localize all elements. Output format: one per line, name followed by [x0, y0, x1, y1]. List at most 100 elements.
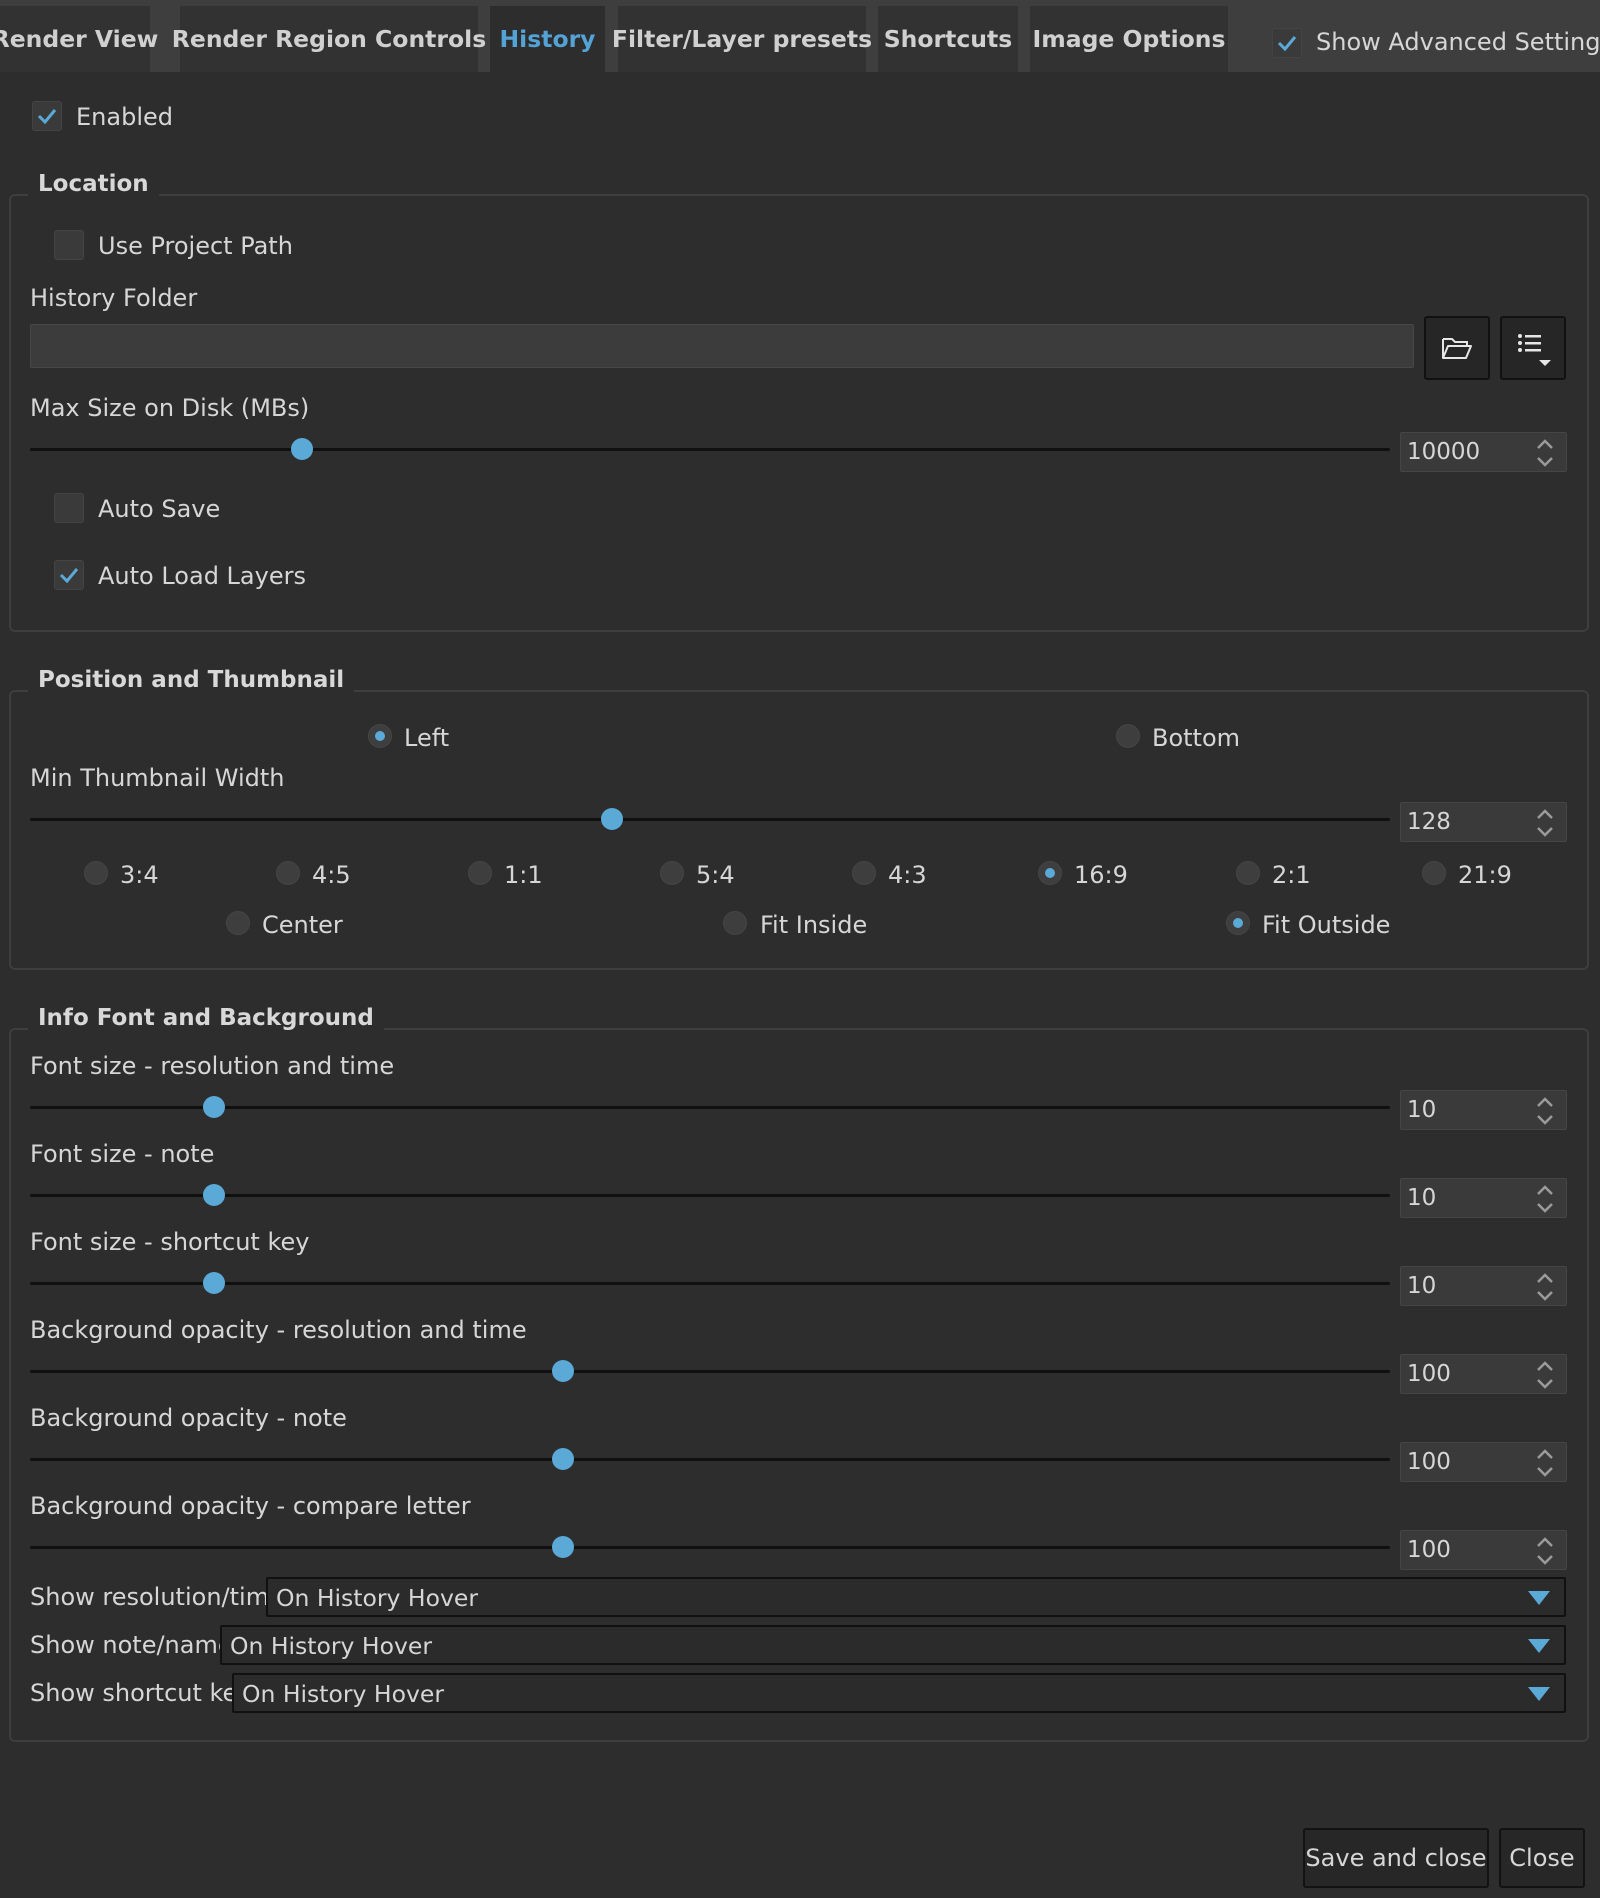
ratio-label: 4:5 — [312, 861, 351, 889]
tab-history[interactable]: History — [490, 6, 605, 72]
spinbox-value: 100 — [1407, 1449, 1451, 1475]
font-size-note-spinbox[interactable]: 10 — [1400, 1178, 1567, 1218]
spin-arrows-icon[interactable] — [1536, 438, 1554, 468]
ratio-4-3-radio[interactable] — [852, 861, 876, 885]
auto-load-layers-checkbox[interactable] — [54, 560, 84, 590]
ratio-2-1-radio[interactable] — [1236, 861, 1260, 885]
combo-value: On History Hover — [230, 1632, 433, 1660]
close-button[interactable]: Close — [1499, 1828, 1585, 1888]
min-thumbnail-width-label: Min Thumbnail Width — [30, 764, 285, 792]
slider-handle[interactable] — [552, 1536, 575, 1558]
info-group-title: Info Font and Background — [28, 1005, 384, 1031]
location-group-title: Location — [28, 171, 159, 197]
dropdown-arrow-icon — [1528, 1591, 1550, 1605]
ratio-3-4-radio[interactable] — [84, 861, 108, 885]
bg-opacity-note-spinbox[interactable]: 100 — [1400, 1442, 1567, 1482]
spin-arrows-icon[interactable] — [1536, 1096, 1554, 1126]
tab-label: Shortcuts — [883, 25, 1013, 53]
position-bottom-radio[interactable] — [1116, 724, 1140, 748]
max-size-slider[interactable] — [30, 438, 1390, 460]
bg-opacity-resolution-label: Background opacity - resolution and time — [30, 1316, 527, 1344]
combo-value: On History Hover — [276, 1584, 479, 1612]
spin-arrows-icon[interactable] — [1536, 1272, 1554, 1302]
fit-outside-label: Fit Outside — [1262, 911, 1391, 939]
slider-handle[interactable] — [552, 1360, 575, 1382]
bg-opacity-note-slider[interactable] — [30, 1448, 1390, 1470]
ratio-4-5-radio[interactable] — [276, 861, 300, 885]
slider-handle[interactable] — [291, 438, 313, 460]
fit-inside-radio[interactable] — [723, 911, 747, 935]
slider-handle[interactable] — [202, 1272, 225, 1294]
bg-opacity-resolution-spinbox[interactable]: 100 — [1400, 1354, 1567, 1394]
auto-save-checkbox[interactable] — [54, 493, 84, 523]
spin-arrows-icon[interactable] — [1536, 1448, 1554, 1478]
tab-image-options[interactable]: Image Options — [1030, 6, 1228, 72]
history-folder-input[interactable] — [30, 324, 1414, 368]
bg-opacity-compare-slider[interactable] — [30, 1536, 1390, 1558]
ratio-label: 2:1 — [1272, 861, 1311, 889]
font-size-shortcut-label: Font size - shortcut key — [30, 1228, 310, 1256]
combo-value: On History Hover — [242, 1680, 445, 1708]
fit-center-label: Center — [262, 911, 343, 939]
tab-render-region-controls[interactable]: Render Region Controls — [172, 6, 486, 72]
tab-render-view[interactable]: Render View — [0, 6, 158, 72]
ratio-16-9-radio[interactable] — [1038, 861, 1062, 885]
list-dropdown-icon — [1518, 334, 1551, 366]
show-shortcut-combo[interactable]: On History Hover — [232, 1673, 1566, 1713]
font-size-note-label: Font size - note — [30, 1140, 215, 1168]
ratio-1-1-radio[interactable] — [468, 861, 492, 885]
enabled-label: Enabled — [76, 103, 173, 131]
font-size-note-slider[interactable] — [30, 1184, 1390, 1206]
slider-handle[interactable] — [202, 1184, 225, 1206]
folder-open-icon — [1442, 338, 1472, 359]
folder-history-menu-button[interactable] — [1500, 316, 1566, 380]
fit-outside-radio[interactable] — [1226, 911, 1250, 935]
bg-opacity-resolution-slider[interactable] — [30, 1360, 1390, 1382]
slider-handle[interactable] — [601, 808, 624, 830]
checkmark-icon — [37, 109, 57, 125]
spin-arrows-icon[interactable] — [1536, 808, 1554, 838]
font-size-resolution-slider[interactable] — [30, 1096, 1390, 1118]
slider-handle[interactable] — [202, 1096, 225, 1118]
show-note-combo[interactable]: On History Hover — [220, 1625, 1566, 1665]
min-thumbnail-width-spinbox[interactable]: 128 — [1400, 802, 1567, 842]
auto-load-layers-label: Auto Load Layers — [98, 562, 306, 590]
tab-label: History — [499, 25, 596, 53]
position-left-radio[interactable] — [368, 724, 392, 748]
show-advanced-checkbox[interactable] — [1272, 28, 1302, 58]
spin-arrows-icon[interactable] — [1536, 1360, 1554, 1390]
tab-filter-layer-presets[interactable]: Filter/Layer presets — [612, 6, 872, 72]
show-resolution-combo[interactable]: On History Hover — [266, 1577, 1566, 1617]
slider-handle[interactable] — [552, 1448, 575, 1470]
auto-save-label: Auto Save — [98, 495, 221, 523]
ratio-label: 1:1 — [504, 861, 543, 889]
font-size-shortcut-slider[interactable] — [30, 1272, 1390, 1294]
spin-arrows-icon[interactable] — [1536, 1536, 1554, 1566]
spinbox-value: 10 — [1407, 1185, 1437, 1211]
fit-center-radio[interactable] — [226, 911, 250, 935]
ratio-label: 3:4 — [120, 861, 159, 889]
font-size-shortcut-spinbox[interactable]: 10 — [1400, 1266, 1567, 1306]
tab-label: Render View — [0, 25, 159, 53]
enabled-checkbox[interactable] — [32, 101, 62, 131]
ratio-label: 5:4 — [696, 861, 735, 889]
tab-shortcuts[interactable]: Shortcuts — [878, 6, 1018, 72]
tab-label: Image Options — [1032, 25, 1226, 53]
dropdown-arrow-icon — [1528, 1639, 1550, 1653]
position-bottom-label: Bottom — [1152, 724, 1241, 752]
bg-opacity-compare-label: Background opacity - compare letter — [30, 1492, 471, 1520]
show-shortcut-label: Show shortcut key — [30, 1679, 252, 1707]
checkmark-icon — [1277, 36, 1297, 52]
spin-arrows-icon[interactable] — [1536, 1184, 1554, 1214]
save-and-close-button[interactable]: Save and close — [1303, 1828, 1489, 1888]
browse-folder-button[interactable] — [1424, 316, 1490, 380]
spinbox-value: 10 — [1407, 1273, 1437, 1299]
max-size-spinbox[interactable]: 10000 — [1400, 432, 1567, 472]
bg-opacity-compare-spinbox[interactable]: 100 — [1400, 1530, 1567, 1570]
font-size-resolution-spinbox[interactable]: 10 — [1400, 1090, 1567, 1130]
min-thumbnail-width-slider[interactable] — [30, 808, 1390, 830]
use-project-path-checkbox[interactable] — [54, 230, 84, 260]
spinbox-value: 10 — [1407, 1097, 1437, 1123]
ratio-21-9-radio[interactable] — [1422, 861, 1446, 885]
ratio-5-4-radio[interactable] — [660, 861, 684, 885]
